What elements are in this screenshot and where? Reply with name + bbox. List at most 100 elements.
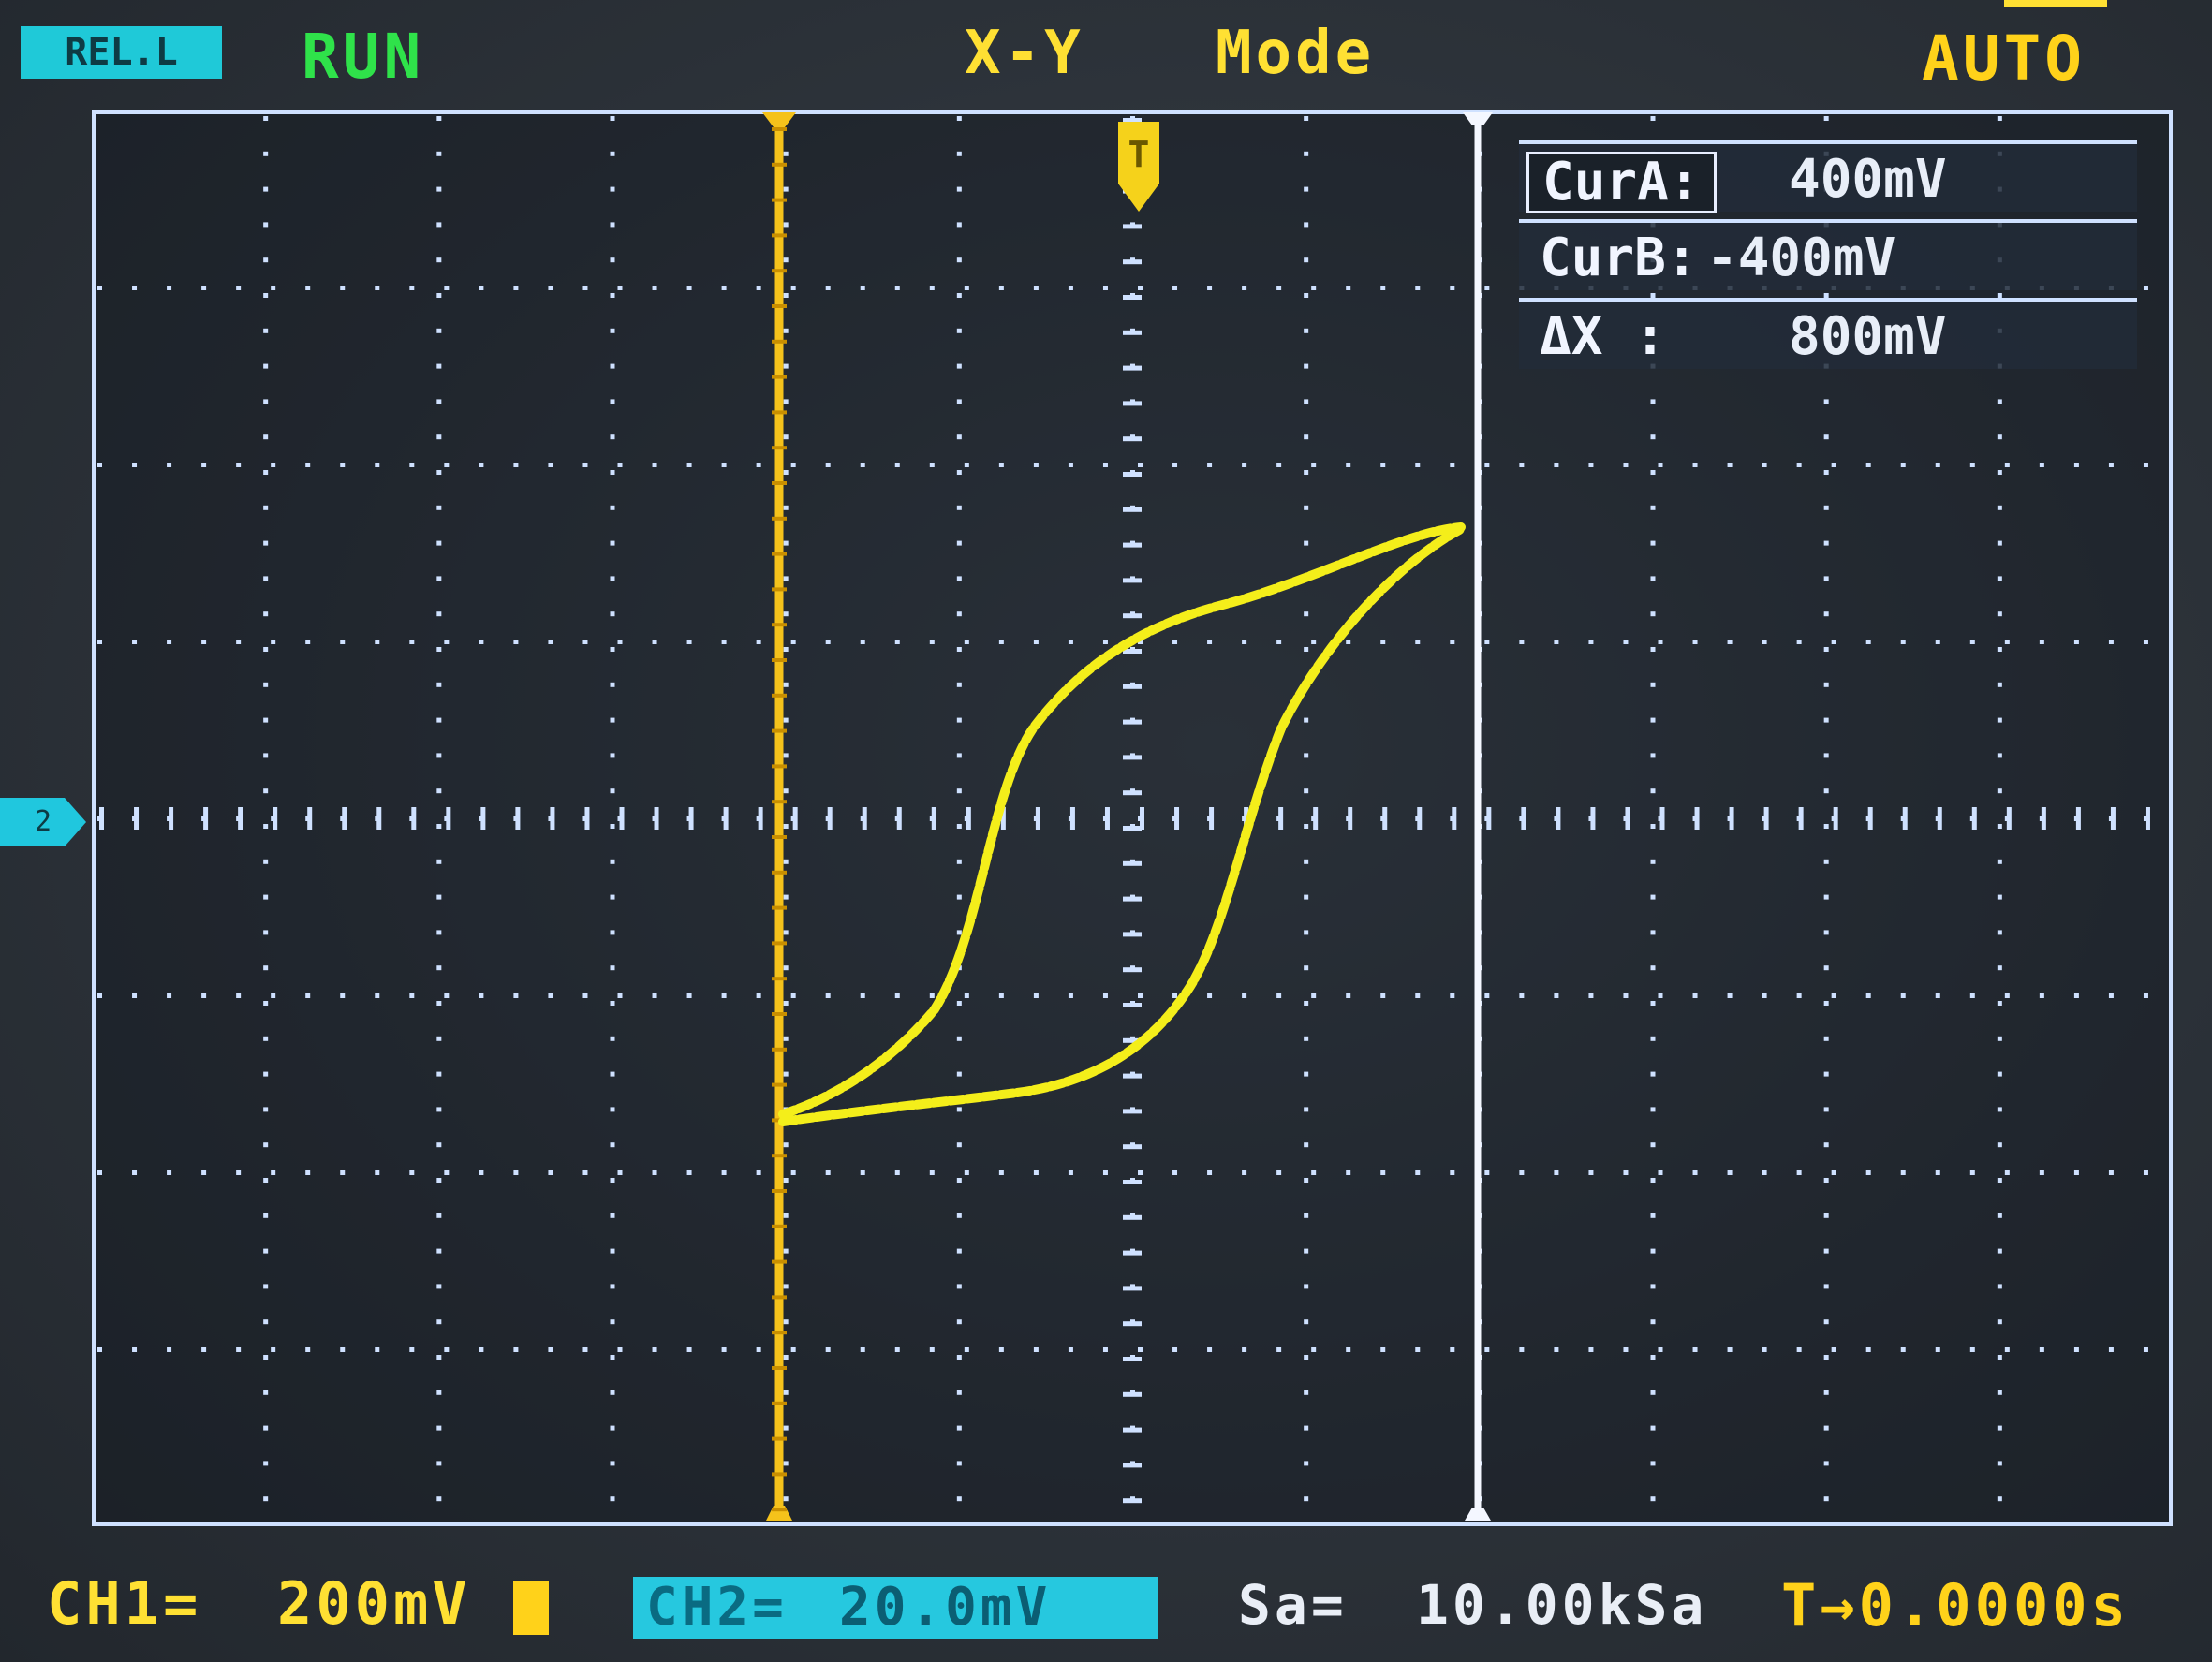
grid-dot — [1997, 965, 2002, 971]
grid-dot — [263, 682, 269, 687]
grid-dot — [263, 505, 269, 510]
grid-dot — [1823, 965, 1829, 971]
grid-dot — [610, 1319, 615, 1325]
grid-dot — [436, 788, 442, 794]
grid-dot — [1823, 505, 1829, 510]
cursor-a-tick — [772, 1331, 787, 1335]
grid-dot — [1304, 1036, 1309, 1041]
grid-dot — [340, 1170, 346, 1175]
axis-tick — [1902, 807, 1908, 830]
grid-dot — [167, 286, 172, 290]
grid-dot — [964, 463, 969, 467]
grid-dot — [1650, 1036, 1656, 1041]
grid-dot — [263, 328, 269, 333]
grid-dot — [894, 463, 900, 467]
grid-dot — [1207, 993, 1213, 998]
grid-dot — [1823, 682, 1829, 687]
axis-tick — [1625, 807, 1630, 830]
axis-tick — [1867, 807, 1873, 830]
grid-dot — [964, 993, 969, 998]
grid-dot — [2108, 463, 2114, 467]
grid-dot — [617, 640, 623, 644]
grid-dot — [340, 640, 346, 644]
grid-dot — [1997, 1355, 2002, 1360]
grid-dot — [1304, 399, 1309, 404]
grid-dot — [1831, 993, 1836, 998]
grid-dot — [132, 640, 138, 644]
grid-dot — [1304, 717, 1309, 723]
grid-dot — [1823, 1319, 1829, 1325]
grid-dot — [610, 1107, 615, 1112]
ch2-status-box[interactable]: CH2= 20.0mV — [633, 1577, 1158, 1639]
axis-tick — [1123, 967, 1142, 973]
cursor-a-tick — [772, 1189, 787, 1193]
grid-dot — [1102, 286, 1108, 290]
cursor-a-tick — [772, 1154, 787, 1158]
grid-dot — [1997, 717, 2002, 723]
grid-dot — [610, 859, 615, 864]
grid-dot — [1823, 1390, 1829, 1395]
grid-dot — [1935, 640, 1940, 644]
grid-dot — [1068, 286, 1073, 290]
grid-dot — [1823, 1071, 1829, 1077]
grid-dot — [783, 1071, 789, 1077]
menu-badge[interactable]: REL.L — [21, 26, 222, 79]
grid-dot — [375, 993, 380, 998]
grid-dot — [610, 257, 615, 263]
grid-dot — [1311, 463, 1317, 467]
axis-tick — [376, 807, 382, 830]
axis-tick — [1382, 807, 1388, 830]
axis-tick — [758, 807, 763, 830]
axis-tick — [1123, 1357, 1142, 1361]
grid-dot — [998, 286, 1004, 290]
grid-dot — [783, 788, 789, 794]
grid-dot — [956, 328, 962, 333]
cursor-a-tick — [772, 587, 787, 592]
grid-dot — [1823, 717, 1829, 723]
grid-dot — [610, 717, 615, 723]
grid-dot — [1650, 1213, 1656, 1218]
grid-dot — [263, 1461, 269, 1466]
grid-dot — [652, 1170, 657, 1175]
grid-dot — [582, 463, 588, 467]
cursor-a-tick — [772, 1295, 787, 1300]
axis-tick — [2006, 807, 2012, 830]
grid-dot — [956, 257, 962, 263]
grid-dot — [1650, 1248, 1656, 1254]
axis-tick — [307, 807, 313, 830]
grid-dot — [610, 1142, 615, 1148]
grid-dot — [479, 463, 484, 467]
grid-dot — [1304, 1001, 1309, 1006]
axis-tick — [1486, 807, 1492, 830]
grid-dot — [1276, 640, 1282, 644]
grid-dot — [1831, 1347, 1836, 1352]
grid-dot — [1727, 1170, 1733, 1175]
grid-dot — [1304, 965, 1309, 971]
axis-tick — [723, 807, 729, 830]
grid-dot — [1650, 859, 1656, 864]
grid-dot — [1900, 1347, 1906, 1352]
grid-dot — [582, 993, 588, 998]
grid-dot — [1997, 611, 2002, 617]
grid-dot — [956, 824, 962, 829]
grid-dot — [894, 640, 900, 644]
grid-dot — [1304, 1071, 1309, 1077]
grid-dot — [1692, 993, 1698, 998]
channel-ref-marker[interactable]: 2 — [0, 798, 86, 846]
ch1-label[interactable]: CH1= — [47, 1569, 201, 1638]
grid-dot — [2108, 1170, 2114, 1175]
axis-tick — [1035, 807, 1040, 830]
grid-dot — [610, 1178, 615, 1183]
axis-tick — [1659, 807, 1665, 830]
trigger-position-marker[interactable]: T — [1113, 114, 1165, 217]
axis-tick — [1123, 684, 1142, 689]
grid-dot — [1380, 1347, 1386, 1352]
grid-dot — [436, 116, 442, 121]
grid-dot — [2073, 993, 2079, 998]
grid-dot — [610, 1001, 615, 1006]
grid-dot — [1304, 293, 1309, 298]
grid-dot — [860, 993, 865, 998]
cursor-a-tick — [772, 127, 787, 131]
grid-dot — [2039, 993, 2044, 998]
axis-tick — [1123, 224, 1142, 229]
